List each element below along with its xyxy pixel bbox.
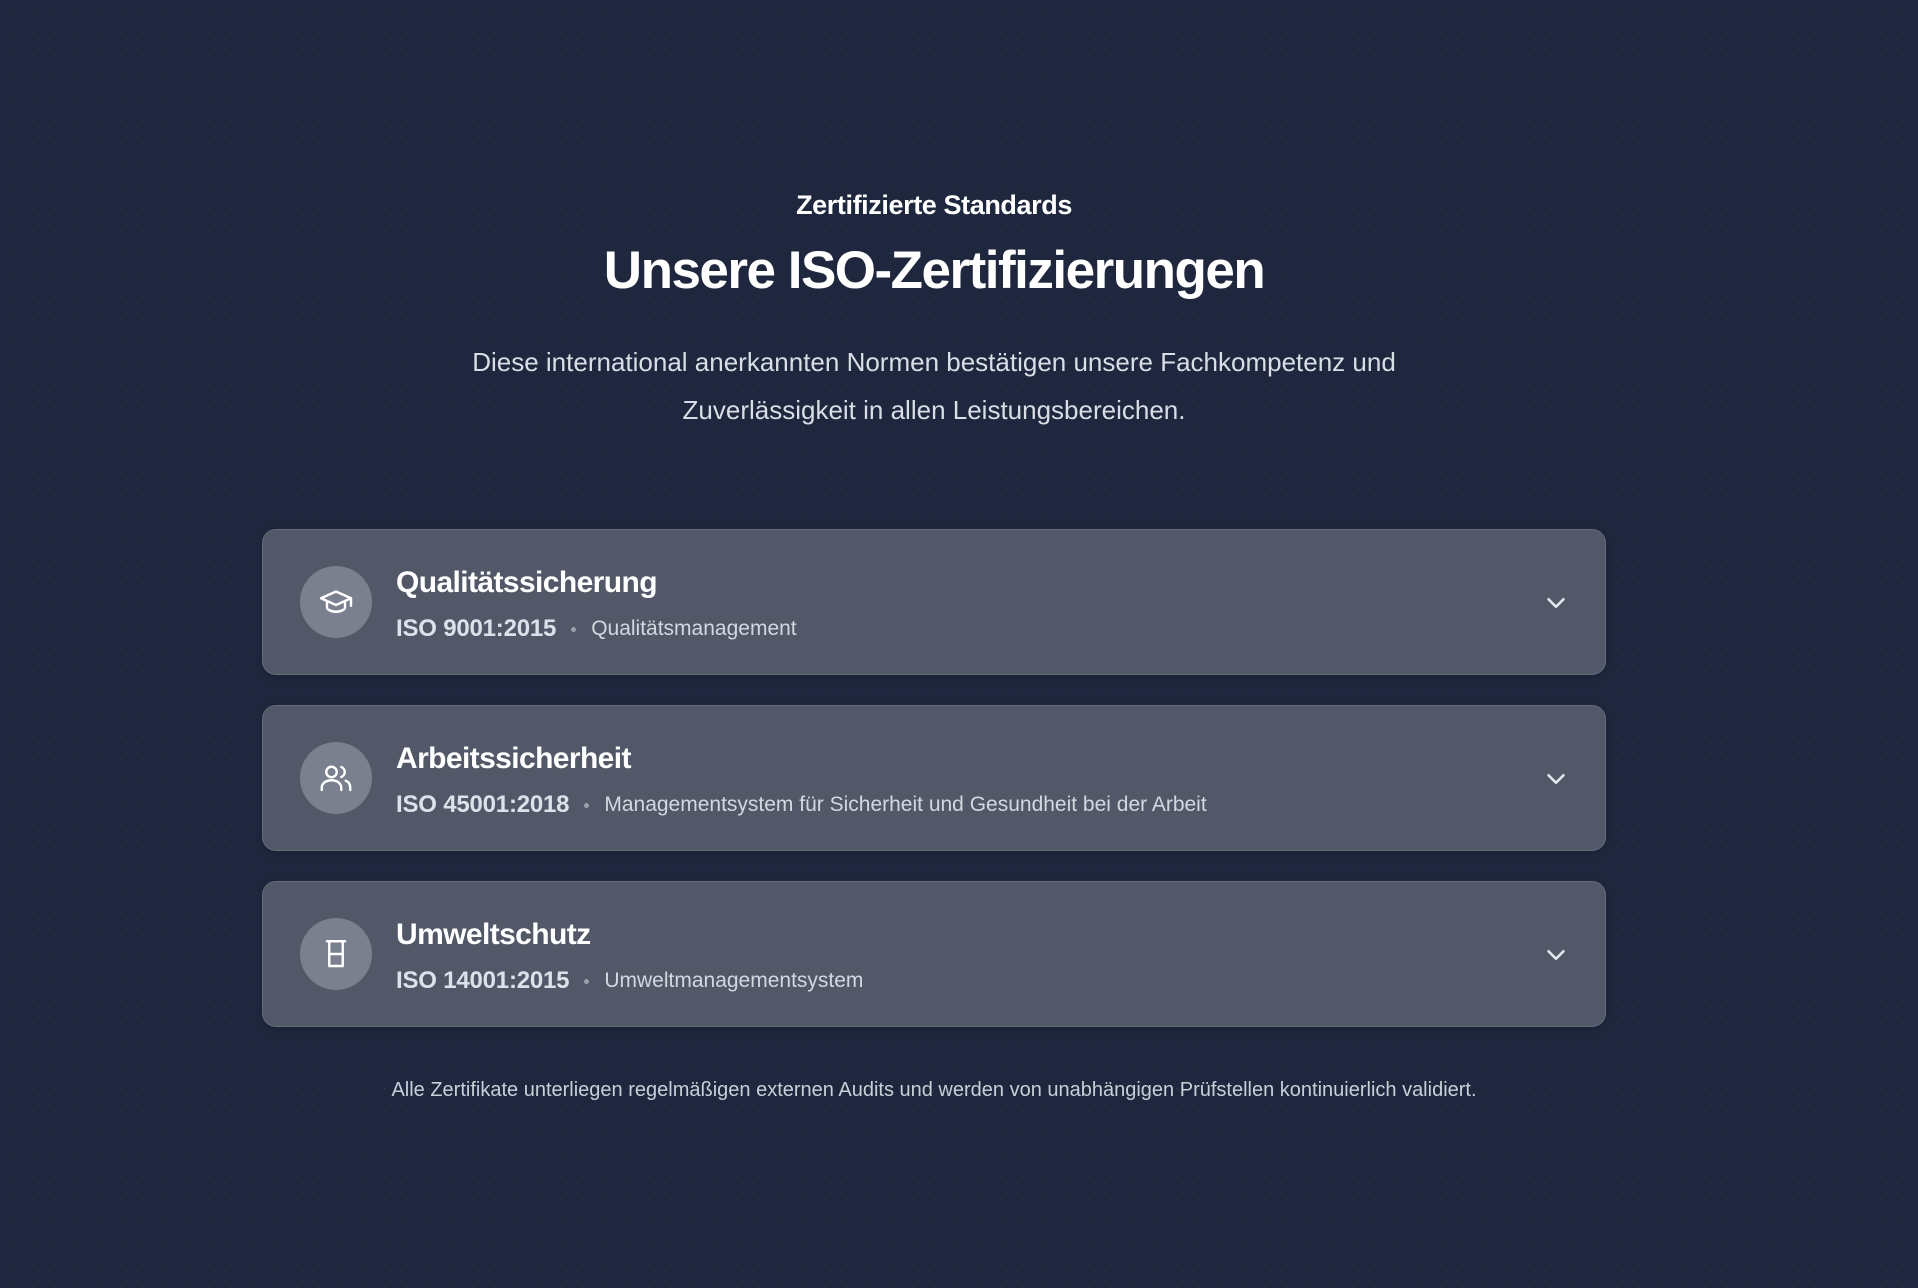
iso-description: Managementsystem für Sicherheit und Gesu… (604, 793, 1207, 816)
iso-code: ISO 45001:2018 (396, 791, 570, 818)
certification-meta: ISO 45001:2018 Managementsystem für Sich… (396, 788, 1207, 822)
page-title: Unsere ISO-Zertifizierungen (603, 241, 1266, 300)
separator-dot (584, 978, 590, 984)
certification-meta: ISO 9001:2015 Qualitätsmanagement (396, 612, 797, 646)
separator-dot (584, 802, 590, 808)
certification-meta: ISO 14001:2015 Umweltmanagementsystem (396, 964, 863, 998)
separator-dot (571, 626, 577, 632)
certification-item-environment[interactable]: Umweltschutz ISO 14001:2015 Umweltmanage… (262, 881, 1606, 1027)
certification-list: Qualitätssicherung ISO 9001:2015 Qualitä… (262, 529, 1606, 1057)
chevron-down-icon[interactable] (1541, 588, 1571, 618)
certification-item-safety[interactable]: Arbeitssicherheit ISO 45001:2018 Managem… (262, 705, 1606, 851)
users-icon (300, 742, 372, 814)
chevron-down-icon[interactable] (1541, 940, 1571, 970)
section-lead: Diese international anerkannten Normen b… (472, 347, 1396, 425)
graduation-cap-icon (300, 566, 372, 638)
iso-description: Umweltmanagementsystem (604, 969, 864, 992)
iso-code: ISO 14001:2015 (396, 967, 570, 994)
chevron-down-icon[interactable] (1541, 764, 1571, 794)
audit-footnote: Alle Zertifikate unterliegen regelmäßige… (391, 1079, 1477, 1101)
beaker-icon (300, 918, 372, 990)
certification-title: Arbeitssicherheit (396, 742, 631, 775)
iso-code: ISO 9001:2015 (396, 615, 557, 642)
certification-item-quality[interactable]: Qualitätssicherung ISO 9001:2015 Qualitä… (262, 529, 1606, 675)
section-eyebrow: Zertifizierte Standards (796, 190, 1072, 220)
iso-description: Qualitätsmanagement (591, 617, 797, 640)
certification-title: Umweltschutz (396, 918, 591, 951)
certification-title: Qualitätssicherung (396, 566, 658, 599)
